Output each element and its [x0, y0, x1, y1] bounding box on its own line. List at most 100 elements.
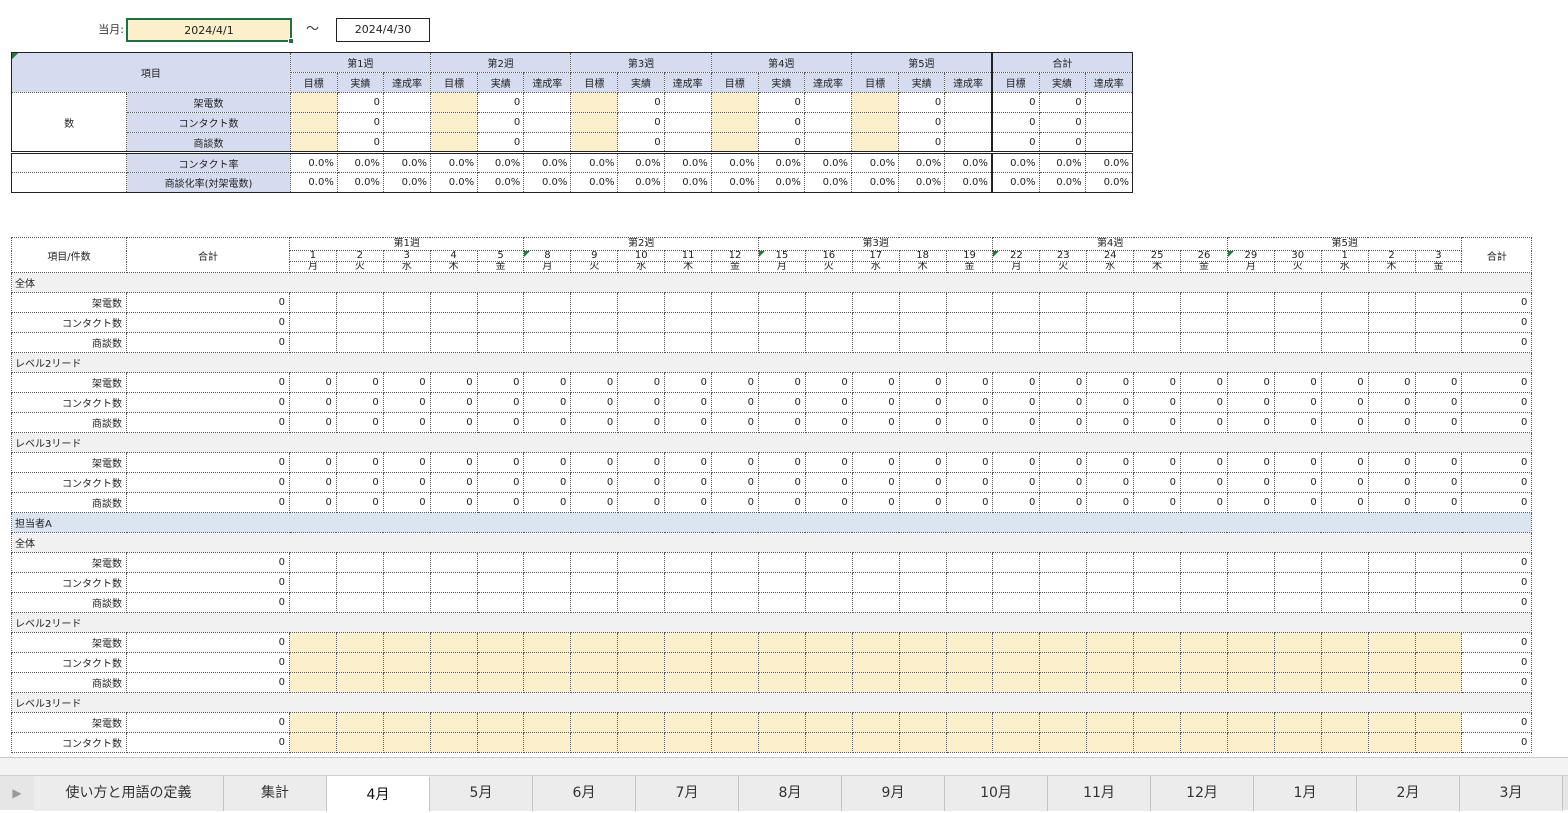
daily-cell[interactable] — [1414, 292, 1463, 313]
daily-cell[interactable] — [804, 712, 853, 733]
summary-cell[interactable]: 0 — [1038, 132, 1086, 153]
daily-cell[interactable] — [664, 632, 713, 653]
summary-rate-cell[interactable]: 0.0% — [944, 151, 993, 173]
daily-cell[interactable] — [523, 652, 572, 673]
daily-cell[interactable] — [617, 312, 666, 333]
summary-rate-cell[interactable]: 0.0% — [710, 151, 759, 173]
daily-cell[interactable]: 0 — [851, 412, 900, 433]
daily-row-end-total[interactable]: 0 — [1461, 552, 1533, 573]
daily-cell[interactable] — [804, 732, 853, 753]
daily-cell[interactable] — [617, 632, 666, 653]
summary-cell[interactable] — [944, 92, 993, 113]
daily-cell[interactable]: 0 — [1086, 412, 1135, 433]
daily-cell[interactable] — [1367, 592, 1416, 613]
daily-cell[interactable] — [476, 672, 525, 693]
daily-cell[interactable]: 0 — [429, 372, 478, 393]
daily-cell[interactable]: 0 — [570, 472, 619, 493]
daily-row-end-total[interactable]: 0 — [1461, 392, 1533, 413]
daily-cell[interactable]: 0 — [382, 372, 431, 393]
daily-cell[interactable]: 0 — [1367, 412, 1416, 433]
daily-cell[interactable] — [898, 312, 947, 333]
daily-cell[interactable] — [1367, 552, 1416, 573]
summary-cell[interactable] — [851, 112, 900, 133]
daily-cell[interactable] — [945, 652, 994, 673]
daily-cell[interactable]: 0 — [570, 372, 619, 393]
daily-cell[interactable] — [382, 572, 431, 593]
daily-cell[interactable]: 0 — [382, 472, 431, 493]
daily-cell[interactable]: 0 — [711, 392, 759, 413]
daily-row-end-total[interactable]: 0 — [1461, 452, 1533, 473]
daily-row-end-total[interactable]: 0 — [1461, 672, 1533, 693]
daily-cell[interactable]: 0 — [1414, 452, 1463, 473]
daily-cell[interactable] — [382, 672, 431, 693]
daily-cell[interactable]: 0 — [1086, 492, 1135, 513]
daily-cell[interactable] — [851, 332, 900, 353]
summary-rate-cell[interactable]: 0.0% — [523, 172, 572, 193]
daily-cell[interactable] — [382, 552, 431, 573]
daily-cell[interactable] — [476, 312, 525, 333]
summary-rate-cell[interactable]: 0.0% — [570, 172, 619, 193]
daily-cell[interactable] — [1180, 292, 1228, 313]
daily-cell[interactable]: 0 — [1133, 392, 1182, 413]
daily-cell[interactable] — [1367, 292, 1416, 313]
daily-cell[interactable]: 0 — [1226, 372, 1275, 393]
daily-cell[interactable] — [1133, 312, 1182, 333]
daily-row-total[interactable]: 0 — [126, 592, 290, 613]
daily-cell[interactable] — [289, 292, 337, 313]
daily-cell[interactable] — [289, 332, 337, 353]
daily-cell[interactable] — [1086, 652, 1135, 673]
daily-cell[interactable] — [335, 712, 384, 733]
sheet-tab[interactable]: 3月 — [1460, 776, 1563, 811]
daily-cell[interactable] — [804, 572, 853, 593]
daily-cell[interactable] — [757, 312, 806, 333]
daily-cell[interactable]: 0 — [1367, 392, 1416, 413]
daily-cell[interactable] — [1226, 552, 1275, 573]
daily-cell[interactable] — [711, 312, 759, 333]
sheet-tab[interactable]: 12月 — [1151, 776, 1254, 811]
daily-cell[interactable]: 0 — [1133, 372, 1182, 393]
daily-cell[interactable]: 0 — [1320, 372, 1369, 393]
daily-cell[interactable] — [992, 552, 1041, 573]
daily-cell[interactable] — [664, 672, 713, 693]
daily-cell[interactable]: 0 — [1226, 452, 1275, 473]
summary-cell[interactable]: 0 — [617, 92, 665, 113]
daily-cell[interactable]: 0 — [1086, 372, 1135, 393]
daily-cell[interactable] — [570, 672, 619, 693]
daily-cell[interactable]: 0 — [570, 452, 619, 473]
daily-cell[interactable]: 0 — [1273, 472, 1322, 493]
end-date-cell[interactable]: 2024/4/30 — [336, 18, 430, 42]
daily-cell[interactable] — [757, 672, 806, 693]
daily-cell[interactable]: 0 — [1086, 452, 1135, 473]
daily-cell[interactable]: 0 — [1367, 372, 1416, 393]
daily-cell[interactable] — [898, 332, 947, 353]
summary-cell[interactable] — [523, 132, 572, 153]
summary-cell[interactable]: 0 — [1038, 112, 1086, 133]
summary-cell[interactable] — [570, 92, 619, 113]
daily-cell[interactable]: 0 — [1133, 412, 1182, 433]
daily-cell[interactable] — [851, 312, 900, 333]
daily-cell[interactable]: 0 — [1273, 492, 1322, 513]
daily-cell[interactable] — [429, 572, 478, 593]
daily-cell[interactable]: 0 — [945, 392, 994, 413]
daily-cell[interactable] — [1273, 572, 1322, 593]
daily-cell[interactable]: 0 — [992, 472, 1041, 493]
daily-cell[interactable]: 0 — [1414, 392, 1463, 413]
daily-cell[interactable] — [570, 632, 619, 653]
daily-row-end-total[interactable]: 0 — [1461, 312, 1533, 333]
summary-cell[interactable] — [1084, 112, 1134, 133]
daily-cell[interactable]: 0 — [945, 492, 994, 513]
summary-cell[interactable] — [523, 92, 572, 113]
summary-rate-cell[interactable]: 0.0% — [898, 151, 946, 173]
daily-cell[interactable] — [711, 552, 759, 573]
summary-cell[interactable] — [944, 112, 993, 133]
daily-cell[interactable]: 0 — [1320, 472, 1369, 493]
daily-cell[interactable] — [757, 632, 806, 653]
daily-cell[interactable] — [1367, 632, 1416, 653]
daily-cell[interactable] — [1226, 672, 1275, 693]
daily-cell[interactable] — [1226, 572, 1275, 593]
summary-cell[interactable] — [710, 132, 759, 153]
daily-cell[interactable] — [1086, 572, 1135, 593]
daily-cell[interactable] — [664, 552, 713, 573]
daily-cell[interactable] — [523, 672, 572, 693]
daily-cell[interactable] — [382, 652, 431, 673]
